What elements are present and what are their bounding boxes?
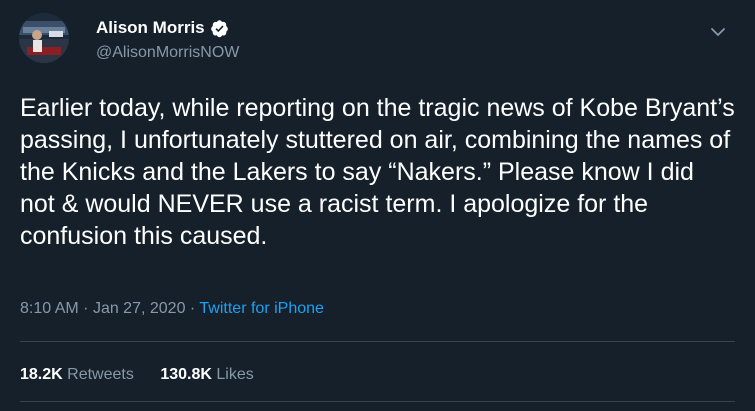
- tweet-source-link[interactable]: Twitter for iPhone: [199, 300, 324, 317]
- chevron-down-icon[interactable]: [708, 22, 728, 42]
- tweet-stats: 18.2K Retweets 130.8K Likes: [20, 366, 254, 384]
- retweets-label: Retweets: [67, 366, 134, 383]
- meta-separator: ·: [189, 300, 196, 317]
- divider: [20, 401, 735, 402]
- author-name-row[interactable]: Alison Morris: [96, 18, 229, 38]
- tweet-text: Earlier today, while reporting on the tr…: [20, 94, 735, 250]
- likes-stat[interactable]: 130.8K Likes: [160, 366, 253, 383]
- meta-separator: ·: [83, 300, 89, 317]
- tweet-meta: 8:10 AM · Jan 27, 2020 · Twitter for iPh…: [20, 300, 324, 318]
- likes-label: Likes: [216, 366, 254, 383]
- divider: [20, 341, 735, 342]
- tweet-date[interactable]: Jan 27, 2020: [93, 300, 186, 317]
- retweets-count: 18.2K: [20, 366, 63, 383]
- author-display-name[interactable]: Alison Morris: [96, 18, 205, 38]
- avatar[interactable]: [19, 13, 69, 63]
- tweet-card: Alison Morris @AlisonMorrisNOW Earlier t…: [0, 0, 755, 411]
- avatar-image: [19, 13, 69, 63]
- likes-count: 130.8K: [160, 366, 212, 383]
- retweets-stat[interactable]: 18.2K Retweets: [20, 366, 138, 383]
- verified-badge-icon: [210, 19, 228, 37]
- author-handle[interactable]: @AlisonMorrisNOW: [96, 44, 239, 62]
- tweet-time[interactable]: 8:10 AM: [20, 300, 79, 317]
